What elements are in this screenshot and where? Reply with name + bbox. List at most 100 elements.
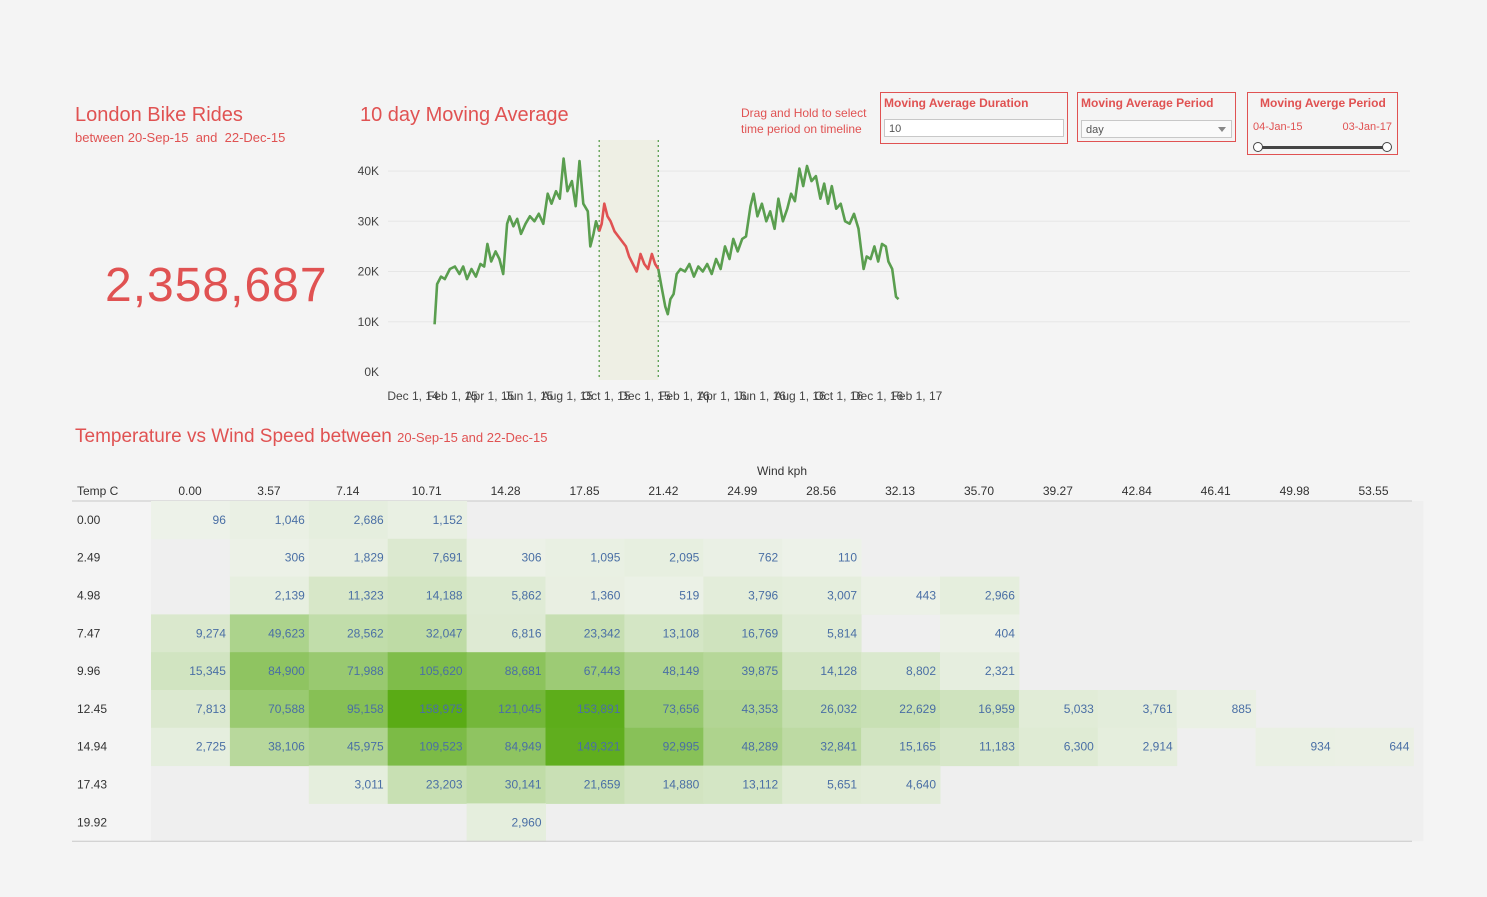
column-header: 49.98 (1280, 484, 1310, 498)
x-tick-label: Feb 1, 17 (892, 389, 943, 403)
heatmap-cell (624, 652, 704, 691)
heatmap-cell (624, 538, 704, 578)
cell-value-label: 7,813 (196, 702, 226, 716)
heatmap-cell (387, 652, 468, 691)
cell-value-label: 95,158 (347, 702, 384, 716)
cell-value-label: 6,300 (1064, 740, 1094, 754)
cell-value-label: 45,975 (347, 740, 384, 754)
heatmap-cell (545, 576, 625, 615)
heatmap-cell (151, 690, 231, 729)
heatmap-cell (1255, 727, 1335, 767)
heatmap-cell (703, 576, 783, 615)
cell-value-label: 762 (758, 551, 778, 565)
column-header: 10.71 (412, 484, 442, 498)
heatmap-cell (229, 690, 310, 729)
column-header: 28.56 (806, 484, 836, 498)
heatmap-cell (782, 652, 862, 691)
cell-value-label: 3,761 (1143, 702, 1173, 716)
cell-value-label: 885 (1232, 702, 1252, 716)
cell-value-label: 443 (916, 589, 936, 603)
cell-value-label: 48,149 (663, 664, 700, 678)
heatmap-cell (703, 538, 783, 578)
heatmap-cell (308, 690, 389, 729)
column-header: 53.55 (1358, 484, 1388, 498)
cell-value-label: 306 (521, 551, 541, 565)
cell-value-label: 5,862 (511, 589, 541, 603)
row-header: 17.43 (77, 778, 107, 792)
column-header: 0.00 (178, 484, 202, 498)
cell-value-label: 8,802 (906, 664, 936, 678)
cell-value-label: 2,139 (275, 589, 305, 603)
cell-value-label: 32,047 (426, 626, 463, 640)
heatmap-cell (861, 690, 941, 729)
heatmap-cell (466, 803, 546, 842)
heatmap-cell (782, 690, 862, 729)
heatmap-cell (545, 614, 625, 653)
moving-average-line-chart[interactable]: 0K10K20K30K40KDec 1, 14Feb 1, 15Apr 1, 1… (0, 0, 1487, 420)
cell-value-label: 2,686 (354, 513, 384, 527)
series-line-after-selection (657, 164, 900, 316)
heatmap-cell (861, 765, 941, 804)
heatmap-cell (624, 727, 704, 767)
cell-value-label: 158,975 (419, 702, 463, 716)
heatmap-cell (782, 614, 862, 653)
heatmap-cell (624, 614, 704, 653)
row-header: 19.92 (77, 815, 107, 829)
cell-value-label: 7,691 (433, 551, 463, 565)
cell-value-label: 15,165 (899, 740, 936, 754)
cell-value-label: 30,141 (505, 778, 542, 792)
cell-value-label: 84,900 (268, 664, 305, 678)
cell-value-label: 934 (1310, 740, 1330, 754)
heatmap-subtitle: 20-Sep-15 and 22-Dec-15 (397, 430, 548, 445)
heatmap-cell (861, 727, 941, 767)
row-header: 2.49 (77, 551, 101, 565)
series-line-before-selection (433, 157, 601, 325)
heatmap-cell (466, 727, 546, 767)
heatmap-cell (861, 576, 941, 615)
heatmap-cell (229, 652, 310, 691)
heatmap-cell (466, 538, 546, 578)
cell-value-label: 92,995 (663, 740, 700, 754)
cell-value-label: 6,816 (511, 626, 541, 640)
cell-value-label: 22,629 (899, 702, 936, 716)
heatmap-cell (782, 727, 862, 767)
heatmap-cell (703, 727, 783, 767)
cell-value-label: 1,829 (354, 551, 384, 565)
column-header: 32.13 (885, 484, 915, 498)
row-header: 4.98 (77, 589, 101, 603)
cell-value-label: 306 (285, 551, 305, 565)
heatmap-cell (387, 727, 468, 767)
heatmap-cell (703, 690, 783, 729)
heatmap-cell (387, 765, 468, 804)
cell-value-label: 3,007 (827, 589, 857, 603)
row-header: 14.94 (77, 740, 107, 754)
cell-value-label: 70,588 (268, 702, 305, 716)
cell-value-label: 15,345 (189, 664, 226, 678)
column-header: 17.85 (569, 484, 599, 498)
heatmap-cell (624, 765, 704, 804)
heatmap-cell (308, 652, 389, 691)
cell-value-label: 71,988 (347, 664, 384, 678)
heatmap-cell (466, 652, 546, 691)
cell-value-label: 84,949 (505, 740, 542, 754)
y-axis-title: Temp C (77, 484, 119, 498)
cell-value-label: 38,106 (268, 740, 305, 754)
cell-value-label: 5,814 (827, 626, 857, 640)
cell-value-label: 1,360 (590, 589, 620, 603)
cell-value-label: 32,841 (820, 740, 857, 754)
cell-value-label: 3,011 (355, 778, 384, 792)
cell-value-label: 88,681 (505, 664, 542, 678)
cell-value-label: 121,045 (498, 702, 542, 716)
heatmap-cell (387, 614, 468, 653)
heatmap-cell (308, 765, 389, 804)
heatmap-cell (229, 727, 310, 767)
y-tick-label: 10K (358, 315, 379, 329)
heatmap-cell (545, 538, 625, 578)
heatmap-cell (229, 576, 310, 615)
y-tick-label: 30K (358, 214, 379, 228)
heatmap-cell (229, 614, 310, 653)
cell-value-label: 1,046 (275, 513, 305, 527)
heatmap-cell (229, 538, 310, 578)
cell-value-label: 23,203 (426, 778, 463, 792)
heatmap-cell (1018, 690, 1099, 729)
